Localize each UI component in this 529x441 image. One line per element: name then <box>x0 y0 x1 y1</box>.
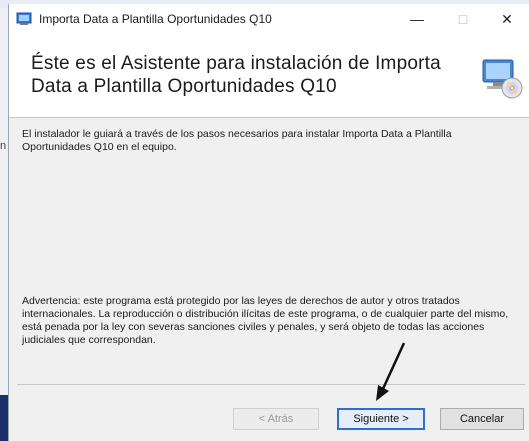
back-button[interactable]: < Atrás <box>233 408 319 430</box>
background-window-text: n <box>0 140 7 152</box>
minimize-icon: — <box>410 11 424 27</box>
intro-text: El instalador le guiará a través de los … <box>22 128 452 153</box>
cancel-button[interactable]: Cancelar <box>440 408 524 430</box>
installer-window: Importa Data a Plantilla Oportunidades Q… <box>8 4 529 441</box>
close-icon: ✕ <box>501 10 513 27</box>
wizard-content: El instalador le guiará a través de los … <box>9 118 529 388</box>
wizard-header: Éste es el Asistente para instalación de… <box>9 34 529 118</box>
annotation-arrow-icon <box>376 342 406 401</box>
maximize-button[interactable]: □ <box>440 4 486 34</box>
close-button[interactable]: ✕ <box>484 4 529 34</box>
wizard-heading: Éste es el Asistente para instalación de… <box>31 53 441 97</box>
title-bar[interactable]: Importa Data a Plantilla Oportunidades Q… <box>9 4 529 34</box>
minimize-button[interactable]: — <box>394 4 440 34</box>
footer-separator <box>17 384 525 385</box>
desktop-background-left <box>0 8 8 441</box>
window-title: Importa Data a Plantilla Oportunidades Q… <box>39 12 272 26</box>
maximize-icon: □ <box>458 11 468 27</box>
copyright-warning: Advertencia: este programa está protegid… <box>22 295 509 346</box>
taskbar-fragment <box>0 395 8 441</box>
setup-computer-cd-icon <box>482 59 523 99</box>
installer-app-icon <box>16 12 32 25</box>
next-button[interactable]: Siguiente > <box>337 408 425 430</box>
